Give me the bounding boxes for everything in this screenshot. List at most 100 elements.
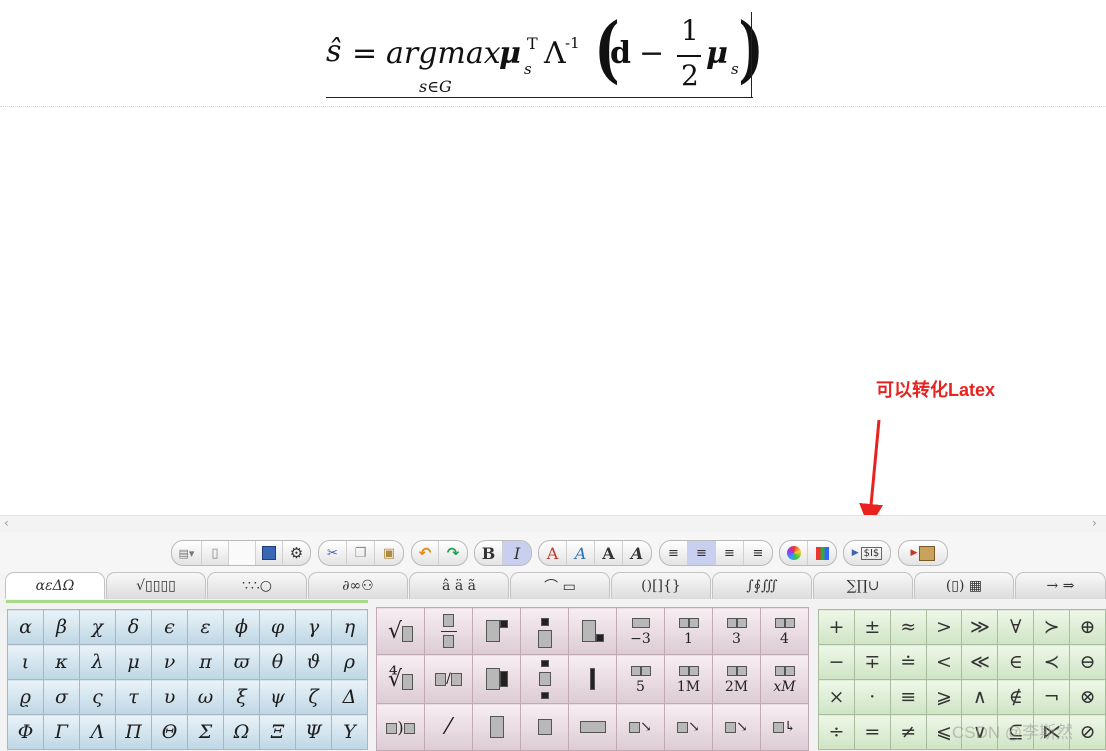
op-neq[interactable]: ≠	[889, 714, 927, 750]
font-style-1-button[interactable]: A	[539, 541, 567, 565]
tab-fractions[interactable]: √▯▯▯▯	[106, 572, 206, 599]
op-forall[interactable]: ∀	[997, 609, 1035, 645]
op-equals[interactable]: =	[853, 714, 891, 750]
op-ominus[interactable]: ⊖	[1069, 644, 1106, 680]
new-document-button[interactable]: ▯	[202, 541, 229, 565]
op-geqslant[interactable]: ⩾	[925, 679, 963, 715]
op-plus-minus[interactable]: ±	[853, 609, 891, 645]
color-grid-button[interactable]	[808, 541, 836, 565]
template-stack-2M[interactable]: 2M	[712, 654, 761, 704]
symbol-varsigma[interactable]: ς	[79, 679, 116, 715]
symbol-Sigma[interactable]: Σ	[187, 714, 224, 750]
paste-button[interactable]: ▣	[375, 541, 403, 565]
op-much-less[interactable]: ≪	[961, 644, 999, 680]
template-long-division[interactable]: )	[376, 703, 425, 751]
symbol-Upsilon[interactable]: Υ	[331, 714, 368, 750]
convert-latex-button[interactable]: ▶ $I$	[844, 541, 890, 565]
op-wedge[interactable]: ∧	[961, 679, 999, 715]
template-over-under[interactable]	[520, 654, 569, 704]
template-box-mid[interactable]	[520, 703, 569, 751]
symbol-varepsilon[interactable]: ε	[187, 609, 224, 645]
italic-button[interactable]: I	[503, 541, 531, 565]
tab-accents[interactable]: â ä ã	[409, 572, 509, 599]
template-stack-5[interactable]: 5	[616, 654, 665, 704]
tab-matrices[interactable]: (▯) ▦	[914, 572, 1014, 599]
symbol-Phi[interactable]: Φ	[7, 714, 44, 750]
symbol-xi[interactable]: ξ	[223, 679, 260, 715]
symbol-varpi[interactable]: ϖ	[223, 644, 260, 680]
template-subscript[interactable]	[568, 607, 617, 655]
scroll-left-arrow-icon[interactable]: ‹	[4, 516, 9, 531]
formula-editor-canvas[interactable]: ŝ = argmax μ s T Λ -1 ( d − 1 2 μ s ) s∈…	[0, 0, 1106, 528]
template-box-wide[interactable]	[568, 703, 617, 751]
template-arrow-box-4[interactable]: ↳	[760, 703, 809, 751]
template-sup-sub[interactable]	[472, 654, 521, 704]
op-minus[interactable]: −	[818, 644, 855, 680]
template-nth-root[interactable]: ∜	[376, 654, 425, 704]
bold-button[interactable]: B	[475, 541, 503, 565]
op-doteq[interactable]: ≐	[889, 644, 927, 680]
symbol-kappa[interactable]: κ	[43, 644, 80, 680]
symbol-mu[interactable]: μ	[115, 644, 152, 680]
symbol-nu[interactable]: ν	[151, 644, 188, 680]
op-prec[interactable]: ≺	[1033, 644, 1071, 680]
template-pre-script[interactable]	[568, 654, 617, 704]
template-arrow-box-3[interactable]: ↘	[712, 703, 761, 751]
template-superscript[interactable]	[472, 607, 521, 655]
font-style-4-button[interactable]: A	[623, 541, 651, 565]
blank-button[interactable]	[229, 541, 256, 565]
template-stack-1[interactable]: 1	[664, 607, 713, 655]
cut-button[interactable]: ✂	[319, 541, 347, 565]
tab-sums[interactable]: ∑∏∪	[813, 572, 913, 599]
symbol-gamma[interactable]: γ	[295, 609, 332, 645]
symbol-sigma[interactable]: σ	[43, 679, 80, 715]
symbol-phi[interactable]: ϕ	[223, 609, 260, 645]
tab-brackets[interactable]: ()[]{}	[611, 572, 711, 599]
symbol-rho[interactable]: ρ	[331, 644, 368, 680]
op-plus[interactable]: +	[818, 609, 855, 645]
op-less[interactable]: <	[925, 644, 963, 680]
op-in[interactable]: ∈	[997, 644, 1035, 680]
symbol-Lambda[interactable]: Λ	[79, 714, 116, 750]
template-sqrt[interactable]: √	[376, 607, 425, 655]
op-minus-plus[interactable]: ∓	[853, 644, 891, 680]
op-neg[interactable]: ¬	[1033, 679, 1071, 715]
symbol-Gamma[interactable]: Γ	[43, 714, 80, 750]
symbol-varrho[interactable]: ϱ	[7, 679, 44, 715]
symbol-theta[interactable]: θ	[259, 644, 296, 680]
symbol-omega[interactable]: ω	[187, 679, 224, 715]
symbol-chi[interactable]: χ	[79, 609, 116, 645]
op-cdot[interactable]: ·	[853, 679, 891, 715]
op-notin[interactable]: ∉	[997, 679, 1035, 715]
redo-button[interactable]: ↷	[439, 541, 467, 565]
tab-greek[interactable]: αεΔΩ	[5, 572, 105, 599]
template-stack-1M[interactable]: 1M	[664, 654, 713, 704]
help-book-button[interactable]: ▶	[899, 541, 947, 565]
template-fraction[interactable]	[424, 607, 473, 655]
symbol-Omega[interactable]: Ω	[223, 714, 260, 750]
symbol-tau[interactable]: τ	[115, 679, 152, 715]
align-center-button[interactable]: ≡	[688, 541, 716, 565]
font-style-2-button[interactable]: A	[567, 541, 595, 565]
save-button[interactable]	[256, 541, 283, 565]
symbol-Xi[interactable]: Ξ	[259, 714, 296, 750]
symbol-epsilon[interactable]: ϵ	[151, 609, 188, 645]
template-box-tall[interactable]	[472, 703, 521, 751]
op-approx[interactable]: ≈	[889, 609, 927, 645]
symbol-vartheta[interactable]: ϑ	[295, 644, 332, 680]
op-greater[interactable]: >	[925, 609, 963, 645]
symbol-varphi[interactable]: φ	[259, 609, 296, 645]
op-succ[interactable]: ≻	[1033, 609, 1071, 645]
symbol-lambda[interactable]: λ	[79, 644, 116, 680]
symbol-upsilon[interactable]: υ	[151, 679, 188, 715]
template-arrow-box-1[interactable]: ↘	[616, 703, 665, 751]
template-arrow-box-2[interactable]: ↘	[664, 703, 713, 751]
color-picker-button[interactable]	[780, 541, 808, 565]
op-div[interactable]: ÷	[818, 714, 855, 750]
tab-over-under[interactable]: ⌒ ▭	[510, 572, 610, 599]
op-otimes[interactable]: ⊗	[1069, 679, 1106, 715]
format-menu-button[interactable]: ▤▾	[172, 541, 202, 565]
symbol-beta[interactable]: β	[43, 609, 80, 645]
op-oplus[interactable]: ⊕	[1069, 609, 1106, 645]
template-stack-xM[interactable]: xM	[760, 654, 809, 704]
